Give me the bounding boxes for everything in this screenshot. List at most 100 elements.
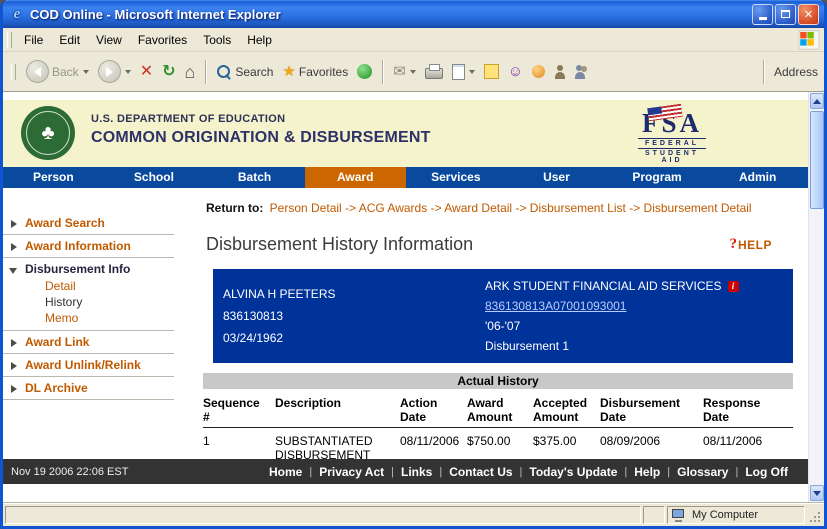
table-row: 1 SUBSTANTIATED DISBURSEMENT 08/11/2006 … xyxy=(203,428,793,462)
nav-tab-award[interactable]: Award xyxy=(305,167,406,188)
close-button[interactable]: ✕ xyxy=(798,4,819,25)
status-zone-label: My Computer xyxy=(692,509,758,521)
sidebar-item-award-search[interactable]: Award Search xyxy=(3,212,174,235)
nav-tab-user[interactable]: User xyxy=(506,167,607,188)
minimize-icon xyxy=(759,17,767,20)
menu-view[interactable]: View xyxy=(88,30,130,50)
favorites-star-icon: ★ xyxy=(282,64,295,80)
help-label: HELP xyxy=(738,238,772,252)
footer-link-glossary[interactable]: Glossary xyxy=(677,465,728,479)
footer-link-log-off[interactable]: Log Off xyxy=(745,465,788,479)
refresh-button[interactable]: ↻ xyxy=(159,62,178,82)
scroll-down-icon xyxy=(813,491,821,496)
footer-link-links[interactable]: Links xyxy=(401,465,432,479)
nav-tab-admin[interactable]: Admin xyxy=(707,167,808,188)
footer-link-help[interactable]: Help xyxy=(634,465,660,479)
scroll-down-button[interactable] xyxy=(810,485,824,501)
cell-disbursement-date: 08/09/2006 xyxy=(600,434,703,462)
footer-separator: | xyxy=(624,466,627,478)
menu-favorites[interactable]: Favorites xyxy=(130,30,195,50)
status-bar: My Computer xyxy=(3,502,824,526)
breadcrumb-separator: -> xyxy=(345,201,356,215)
media-button[interactable] xyxy=(354,62,375,81)
info-icon[interactable]: i xyxy=(728,281,739,292)
windows-logo-icon xyxy=(799,30,820,49)
sidebar-item-award-unlink-relink[interactable]: Award Unlink/Relink xyxy=(3,354,174,377)
footer-link-privacy-act[interactable]: Privacy Act xyxy=(319,465,384,479)
breadcrumb-link-award-detail[interactable]: Award Detail xyxy=(444,201,512,215)
contacts-button[interactable] xyxy=(572,63,590,81)
breadcrumb-link-acg-awards[interactable]: ACG Awards xyxy=(359,201,427,215)
nav-tab-person[interactable]: Person xyxy=(3,167,104,188)
col-header-accepted-amount: Accepted Amount xyxy=(533,396,600,424)
sidebar-item-award-information[interactable]: Award Information xyxy=(3,235,174,258)
nav-tab-school[interactable]: School xyxy=(104,167,205,188)
school-name: ARK STUDENT FINANCIAL AID SERVICES xyxy=(485,276,722,296)
profile-button[interactable] xyxy=(551,63,569,81)
sidebar-subitem-memo[interactable]: Memo xyxy=(25,310,174,326)
sidebar-subitem-detail[interactable]: Detail xyxy=(25,278,174,294)
breadcrumb-link-person-detail[interactable]: Person Detail xyxy=(270,201,342,215)
disbursement-number: Disbursement 1 xyxy=(485,336,783,356)
footer-separator: | xyxy=(667,466,670,478)
sidebar-item-dl-archive[interactable]: DL Archive xyxy=(3,377,174,400)
search-label: Search xyxy=(235,65,273,79)
menu-file[interactable]: File xyxy=(16,30,51,50)
footer-link-home[interactable]: Home xyxy=(269,465,302,479)
cell-description: SUBSTANTIATED DISBURSEMENT xyxy=(275,434,400,462)
nav-tab-services[interactable]: Services xyxy=(406,167,507,188)
mail-button[interactable]: ✉ xyxy=(390,62,419,82)
sidebar-item-award-link[interactable]: Award Link xyxy=(3,331,174,354)
back-dropdown-icon xyxy=(83,70,89,74)
banner-agency: U.S. DEPARTMENT OF EDUCATION xyxy=(91,113,431,125)
footer-separator: | xyxy=(439,466,442,478)
stop-button[interactable]: ✕ xyxy=(137,62,156,82)
menu-grip[interactable] xyxy=(7,32,12,48)
forward-button[interactable] xyxy=(95,58,134,85)
home-icon: ⌂ xyxy=(185,64,196,80)
back-button[interactable]: Back xyxy=(23,58,92,85)
maximize-button[interactable] xyxy=(775,4,796,25)
menu-edit[interactable]: Edit xyxy=(51,30,88,50)
back-label: Back xyxy=(52,65,79,79)
primary-nav: Person School Batch Award Services User … xyxy=(3,167,808,188)
col-header-sequence: Sequence # xyxy=(203,396,275,424)
messenger-button[interactable]: ☺ xyxy=(505,62,526,82)
home-button[interactable]: ⌂ xyxy=(182,62,199,82)
sidebar-item-label: Award Information xyxy=(25,239,131,253)
scrollbar-thumb[interactable] xyxy=(810,111,824,209)
search-button[interactable]: Search xyxy=(213,62,276,82)
cell-accepted-amount: $375.00 xyxy=(533,434,600,462)
sidebar-item-disbursement-info[interactable]: Disbursement Info Detail History Memo xyxy=(3,258,174,331)
minimize-button[interactable] xyxy=(752,4,773,25)
icq-button[interactable] xyxy=(529,63,548,80)
menu-tools[interactable]: Tools xyxy=(195,30,239,50)
breadcrumb: Return to: Person Detail -> ACG Awards -… xyxy=(206,200,791,217)
vertical-scrollbar[interactable] xyxy=(808,92,824,502)
col-header-response-date: Response Date xyxy=(703,396,793,424)
scroll-up-button[interactable] xyxy=(810,93,824,109)
award-id-link[interactable]: 836130813A07001093001 xyxy=(485,299,626,313)
notes-button[interactable] xyxy=(481,62,502,81)
breadcrumb-link-disbursement-list[interactable]: Disbursement List xyxy=(530,201,626,215)
footer-link-todays-update[interactable]: Today's Update xyxy=(529,465,617,479)
resize-grip[interactable] xyxy=(807,506,822,524)
menu-help[interactable]: Help xyxy=(239,30,280,50)
toolbar-grip[interactable] xyxy=(11,64,16,80)
edit-button[interactable] xyxy=(449,62,478,82)
breadcrumb-link-disbursement-detail[interactable]: Disbursement Detail xyxy=(644,201,752,215)
favorites-button[interactable]: ★ Favorites xyxy=(279,62,351,82)
nav-tab-program[interactable]: Program xyxy=(607,167,708,188)
print-icon xyxy=(425,68,443,79)
help-link[interactable]: ? HELP xyxy=(729,236,772,253)
expanded-arrow-icon xyxy=(9,268,17,274)
history-table: Sequence # Description Action Date Award… xyxy=(203,396,793,462)
window-controls: ✕ xyxy=(752,4,819,25)
footer-link-contact-us[interactable]: Contact Us xyxy=(449,465,512,479)
stop-icon: ✕ xyxy=(140,64,153,80)
print-button[interactable] xyxy=(422,62,446,81)
title-bar[interactable]: e COD Online - Microsoft Internet Explor… xyxy=(3,0,824,28)
banner-title: COMMON ORIGINATION & DISBURSEMENT xyxy=(91,129,431,147)
footer-separator: | xyxy=(520,466,523,478)
nav-tab-batch[interactable]: Batch xyxy=(204,167,305,188)
